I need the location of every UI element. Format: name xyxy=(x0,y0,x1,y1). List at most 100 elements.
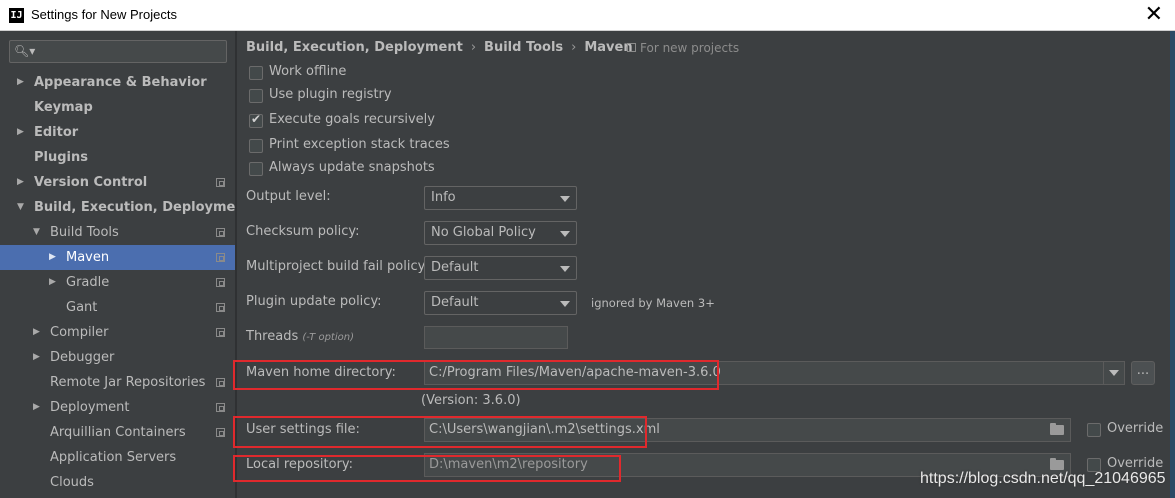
maven-home-label: Maven home directory: xyxy=(246,365,396,380)
sidebar-item-remote-jar-repositories[interactable]: Remote Jar Repositories xyxy=(0,370,235,395)
breadcrumb: Build, Execution, Deployment › Build Tools… xyxy=(246,40,633,56)
sidebar-item-label: Build Tools xyxy=(50,225,119,240)
expand-arrow-open-icon[interactable]: ▼ xyxy=(33,220,40,245)
chevron-down-icon xyxy=(560,266,570,272)
sidebar-item-label: Gradle xyxy=(66,275,110,290)
checksum-policy-value: No Global Policy xyxy=(431,225,536,240)
sidebar-item-label: Build, Execution, Deployment xyxy=(34,200,251,215)
sidebar-item-compiler[interactable]: ▶ Compiler xyxy=(0,320,235,345)
browse-maven-home-button[interactable]: ... xyxy=(1131,361,1155,385)
breadcrumb-item-build-execution-deployment[interactable]: Build, Execution, Deployment xyxy=(246,40,463,55)
checkbox-box[interactable]: ✔ xyxy=(249,112,263,128)
settings-search-input[interactable]: 🔍︎▾ xyxy=(9,40,227,63)
sidebar-item-plugins[interactable]: Plugins xyxy=(0,145,235,170)
expand-arrow-closed-icon[interactable]: ▶ xyxy=(33,320,40,345)
sidebar-item-appearance-behavior[interactable]: ▶ Appearance & Behavior xyxy=(0,70,235,95)
sidebar-item-label: Gant xyxy=(66,300,98,315)
sidebar-item-keymap[interactable]: Keymap xyxy=(0,95,235,120)
output-level-select[interactable]: Info xyxy=(424,186,577,210)
plugin-update-note: ignored by Maven 3+ xyxy=(591,296,715,310)
sidebar-item-label: Maven xyxy=(66,250,110,265)
chevron-down-icon xyxy=(560,196,570,202)
project-scope-icon xyxy=(216,303,225,312)
for-new-projects-note: For new projects xyxy=(627,41,739,55)
sidebar-item-deployment[interactable]: ▶ Deployment xyxy=(0,395,235,420)
sidebar-item-version-control[interactable]: ▶ Version Control xyxy=(0,170,235,195)
sidebar-item-label: Keymap xyxy=(34,100,93,115)
close-window-button[interactable]: ✕ xyxy=(1145,3,1163,25)
sidebar-item-label: Plugins xyxy=(34,150,88,165)
expand-arrow-closed-icon[interactable]: ▶ xyxy=(17,120,24,145)
expand-arrow-closed-icon[interactable]: ▶ xyxy=(17,70,24,95)
checkbox-box[interactable] xyxy=(249,162,263,176)
project-scope-icon xyxy=(216,278,225,287)
expand-arrow-open-icon[interactable]: ▼ xyxy=(17,195,24,220)
override-label: Override xyxy=(1107,421,1164,436)
project-scope-icon xyxy=(216,428,225,437)
sidebar-item-build-tools[interactable]: ▼ Build Tools xyxy=(0,220,235,245)
user-settings-value: C:\Users\wangjian\.m2\settings.xml xyxy=(429,422,660,437)
for-new-projects-label: For new projects xyxy=(640,41,740,55)
sidebar-item-label: Application Servers xyxy=(50,450,177,465)
sidebar-item-label: Arquillian Containers xyxy=(50,425,186,440)
sidebar-item-application-servers[interactable]: Application Servers xyxy=(0,445,235,470)
folder-icon[interactable] xyxy=(1050,423,1064,435)
threads-hint: (-T option) xyxy=(302,332,354,343)
breadcrumb-item-build-tools[interactable]: Build Tools xyxy=(484,40,563,55)
sidebar-item-gant[interactable]: Gant xyxy=(0,295,235,320)
plugin-update-policy-select[interactable]: Default xyxy=(424,291,577,315)
window-title: Settings for New Projects xyxy=(31,7,177,22)
local-repository-label: Local repository: xyxy=(246,457,353,472)
checksum-policy-label: Checksum policy: xyxy=(246,224,360,239)
sidebar-item-label: Clouds xyxy=(50,475,94,490)
local-repository-value: D:\maven\m2\repository xyxy=(429,457,588,472)
expand-arrow-closed-icon[interactable]: ▶ xyxy=(17,170,24,195)
user-settings-input[interactable]: C:\Users\wangjian\.m2\settings.xml xyxy=(424,418,1071,442)
expand-arrow-closed-icon[interactable]: ▶ xyxy=(49,245,56,270)
sidebar-item-editor[interactable]: ▶ Editor xyxy=(0,120,235,145)
background-window-edge xyxy=(1170,31,1175,498)
chevron-down-icon xyxy=(560,231,570,237)
project-scope-icon xyxy=(216,228,225,237)
plugin-update-policy-value: Default xyxy=(431,295,479,310)
settings-sidebar: 🔍︎▾ ▶ Appearance & Behavior Keymap ▶ Editor P… xyxy=(0,31,251,498)
checksum-policy-select[interactable]: No Global Policy xyxy=(424,221,577,245)
maven-home-value: C:/Program Files/Maven/apache-maven-3.6.… xyxy=(429,365,721,380)
expand-arrow-closed-icon[interactable]: ▶ xyxy=(33,345,40,370)
maven-home-input[interactable]: C:/Program Files/Maven/apache-maven-3.6.… xyxy=(424,361,1125,385)
checkbox-box[interactable] xyxy=(249,89,263,103)
chevron-down-icon xyxy=(560,301,570,307)
checkbox-label: Execute goals recursively xyxy=(269,112,435,127)
checkbox-label: Work offline xyxy=(269,64,347,79)
sidebar-item-label: Deployment xyxy=(50,400,130,415)
plugin-update-policy-label: Plugin update policy: xyxy=(246,294,382,309)
checkbox-box[interactable] xyxy=(249,139,263,153)
expand-arrow-closed-icon[interactable]: ▶ xyxy=(49,270,56,295)
search-icon: 🔍︎▾ xyxy=(14,44,36,58)
sidebar-item-build-execution-deployment[interactable]: ▼ Build, Execution, Deployment xyxy=(0,195,251,220)
multiproject-fail-policy-select[interactable]: Default xyxy=(424,256,577,280)
checkbox-label: Always update snapshots xyxy=(269,160,435,175)
sidebar-item-arquillian-containers[interactable]: Arquillian Containers xyxy=(0,420,235,445)
sidebar-item-label: Version Control xyxy=(34,175,148,190)
project-scope-icon xyxy=(216,328,225,337)
threads-label-text: Threads xyxy=(246,329,299,344)
threads-input[interactable] xyxy=(424,326,568,349)
checkmark-icon: ✔ xyxy=(251,112,262,126)
sidebar-item-gradle[interactable]: ▶ Gradle xyxy=(0,270,235,295)
folder-icon[interactable] xyxy=(1050,458,1064,470)
sidebar-item-debugger[interactable]: ▶ Debugger xyxy=(0,345,235,370)
sidebar-item-label: Remote Jar Repositories xyxy=(50,375,206,390)
checkbox-label: Print exception stack traces xyxy=(269,137,450,152)
intellij-app-icon: IJ xyxy=(9,8,24,23)
project-scope-icon xyxy=(216,178,225,187)
watermark-text: https://blog.csdn.net/qq_21046965 xyxy=(920,470,1166,487)
breadcrumb-separator: › xyxy=(571,40,577,55)
maven-home-dropdown-button[interactable] xyxy=(1103,362,1124,384)
sidebar-item-maven[interactable]: ▶ Maven xyxy=(0,245,235,270)
project-scope-icon xyxy=(216,403,225,412)
expand-arrow-closed-icon[interactable]: ▶ xyxy=(33,395,40,420)
checkbox-box[interactable] xyxy=(1087,423,1101,437)
sidebar-item-clouds[interactable]: Clouds xyxy=(0,470,235,495)
checkbox-box[interactable] xyxy=(249,66,263,80)
